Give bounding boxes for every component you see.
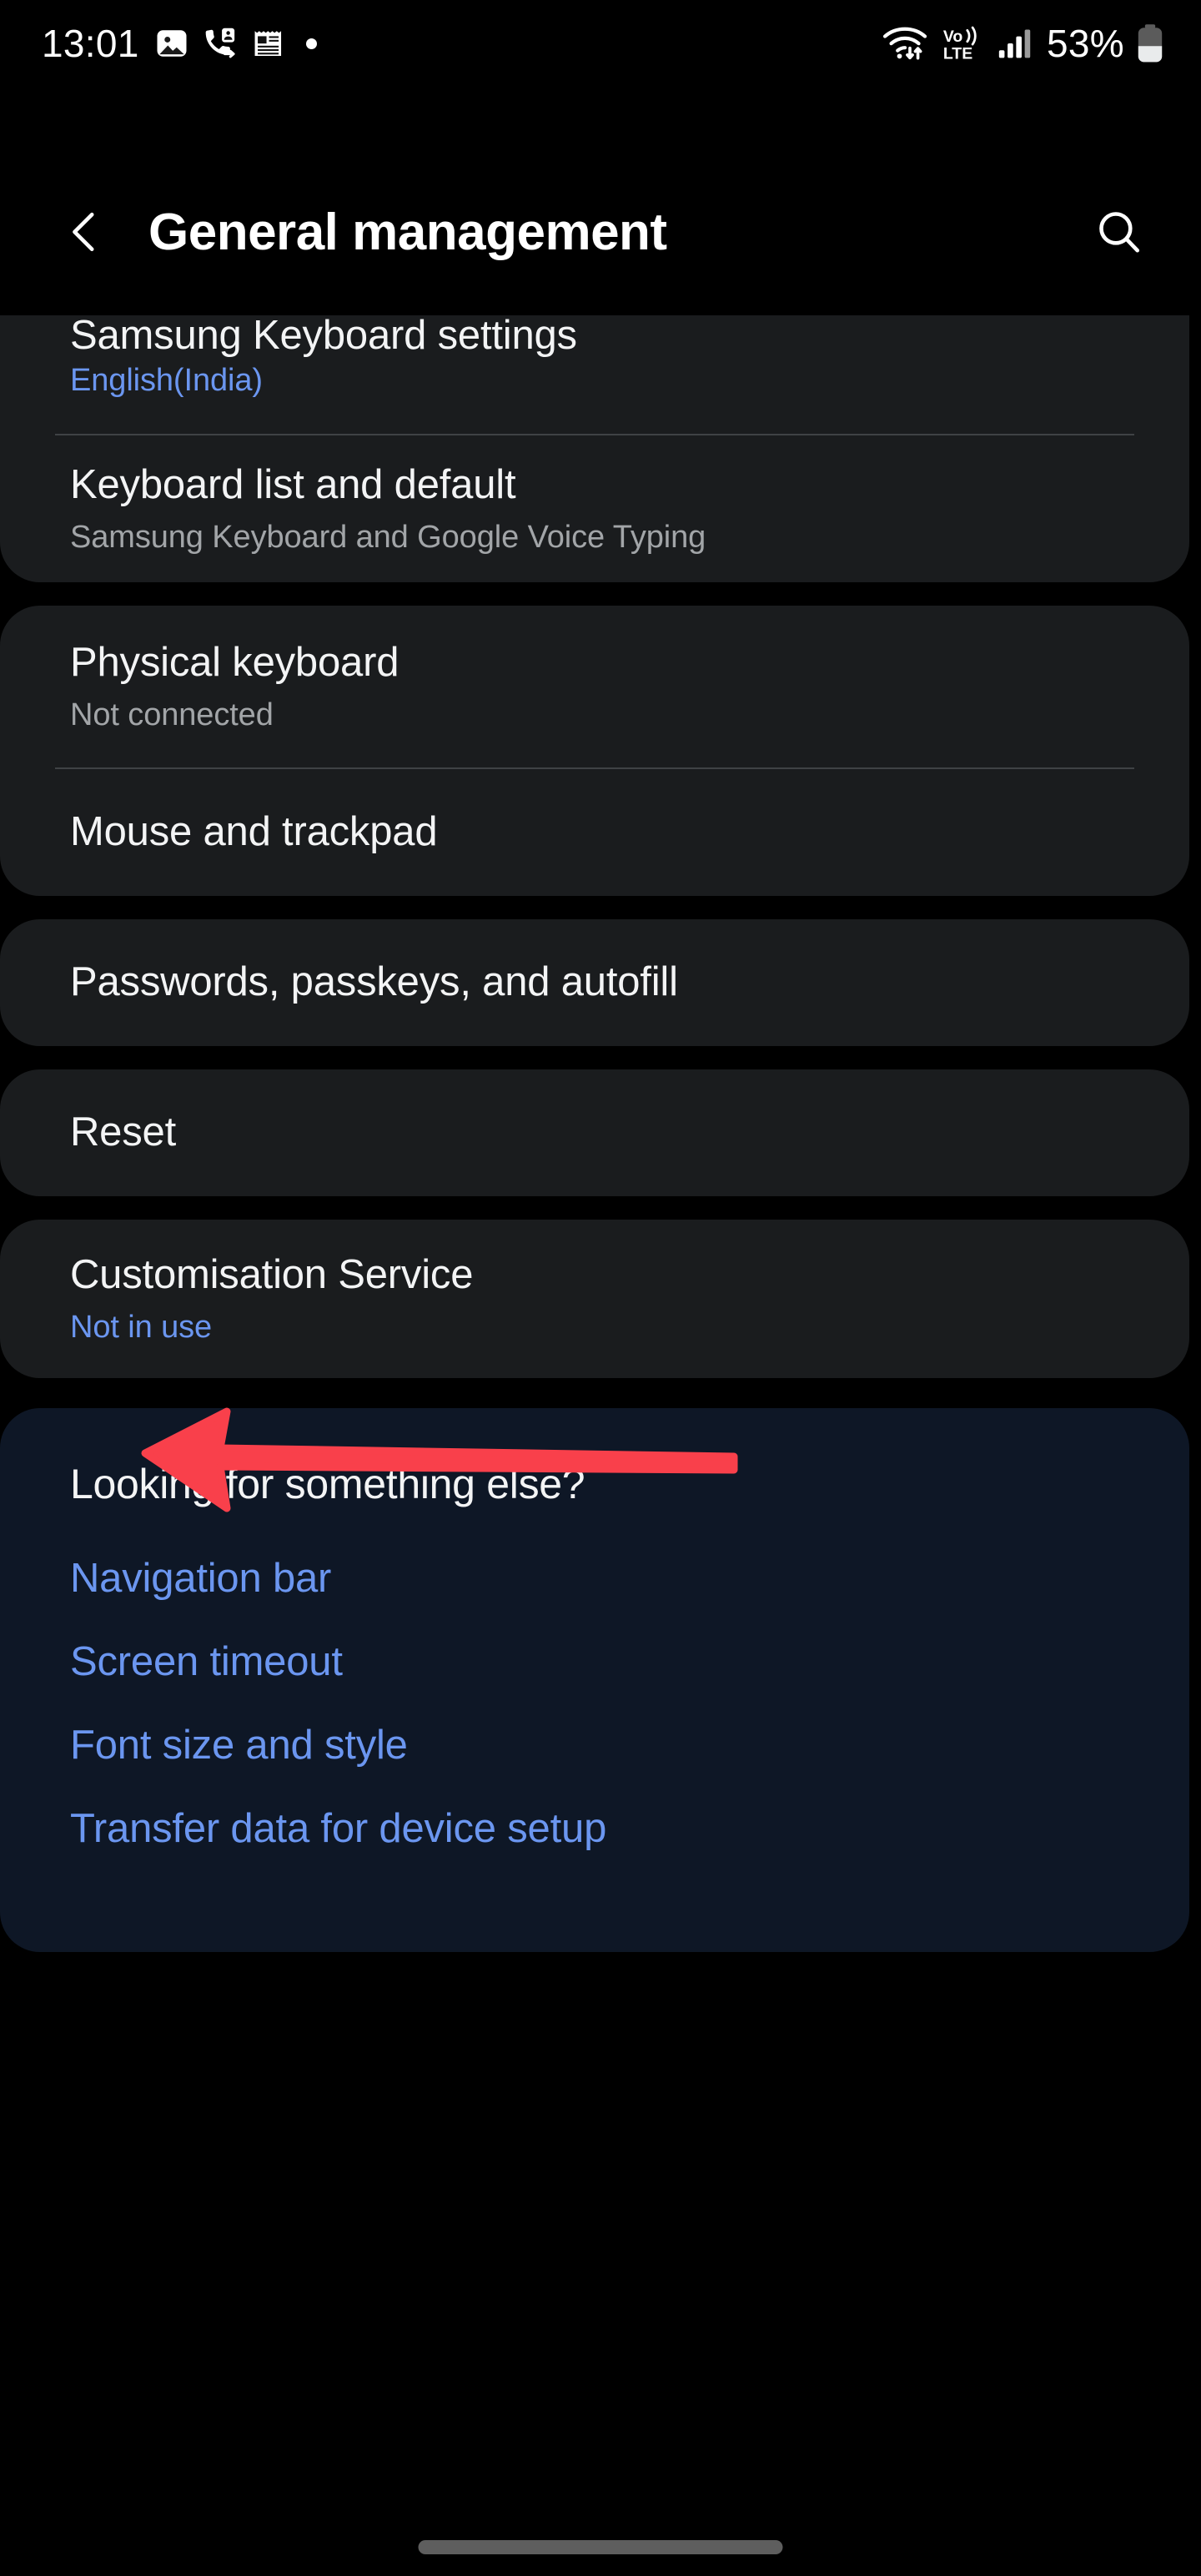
dot-indicator-icon <box>305 38 317 49</box>
list-item-title: Keyboard list and default <box>70 461 516 507</box>
chevron-left-icon <box>73 212 94 252</box>
settings-card-keyboard: Samsung Keyboard settings English(India)… <box>0 315 1189 582</box>
list-item-subtitle: English(India) <box>70 363 263 399</box>
list-item-physical-keyboard[interactable]: Physical keyboard Not connected <box>0 606 1189 767</box>
list-item-title: Samsung Keyboard settings <box>70 315 577 359</box>
suggestion-link-navigation-bar[interactable]: Navigation bar <box>70 1555 1119 1602</box>
panel-title: Looking for something else? <box>70 1461 585 1507</box>
search-button[interactable] <box>1076 189 1163 275</box>
settings-card-passwords: Passwords, passkeys, and autofill <box>0 919 1189 1046</box>
suggestion-link-screen-timeout[interactable]: Screen timeout <box>70 1638 1119 1685</box>
settings-card-customisation-service: Customisation Service Not in use <box>0 1220 1189 1378</box>
list-item-passwords-passkeys-autofill[interactable]: Passwords, passkeys, and autofill <box>0 919 1189 1046</box>
settings-card-reset: Reset <box>0 1069 1189 1196</box>
list-item-reset[interactable]: Reset <box>0 1069 1189 1196</box>
list-item-subtitle: Not connected <box>70 697 274 732</box>
settings-card-input-devices: Physical keyboard Not connected Mouse an… <box>0 606 1189 896</box>
list-item-subtitle: Samsung Keyboard and Google Voice Typing <box>70 519 706 555</box>
page-title: General management <box>148 203 667 261</box>
status-bar-notification-icons <box>154 26 317 61</box>
list-item-keyboard-list-and-default[interactable]: Keyboard list and default Samsung Keyboa… <box>0 435 1189 582</box>
looking-for-something-else-panel: Looking for something else? Navigation b… <box>0 1408 1189 1952</box>
status-bar-clock: 13:01 <box>42 22 139 65</box>
svg-text:LTE: LTE <box>943 45 972 63</box>
list-item-subtitle: Not in use <box>70 1309 213 1345</box>
list-item-mouse-and-trackpad[interactable]: Mouse and trackpad <box>0 769 1189 896</box>
gesture-handle[interactable] <box>418 2540 783 2554</box>
list-item-samsung-keyboard-settings[interactable]: Samsung Keyboard settings English(India) <box>0 315 1189 434</box>
settings-scroll-area[interactable]: Samsung Keyboard settings English(India)… <box>0 297 1201 2458</box>
call-forward-icon <box>205 28 235 58</box>
status-bar-right: Vo LTE 53% <box>882 21 1164 66</box>
list-item-title: Physical keyboard <box>70 639 399 685</box>
suggestion-link-font-size-and-style[interactable]: Font size and style <box>70 1722 1119 1768</box>
status-bar: 13:01 Vo LTE 53% <box>0 0 1201 87</box>
battery-percent-label: 53% <box>1047 22 1124 65</box>
signal-icon <box>998 29 1031 58</box>
list-item-customisation-service[interactable]: Customisation Service Not in use <box>0 1220 1189 1378</box>
phone-screen: 13:01 Vo LTE 53% General management Sams… <box>0 0 1201 2576</box>
search-icon <box>1099 212 1140 253</box>
status-bar-left: 13:01 <box>42 21 317 66</box>
app-header: General management <box>0 167 1201 297</box>
svg-text:Vo: Vo <box>943 28 963 46</box>
wifi-icon <box>883 27 927 60</box>
suggestion-link-transfer-data-for-device-setup[interactable]: Transfer data for device setup <box>70 1805 1119 1852</box>
volte-icon: Vo LTE <box>943 26 977 63</box>
list-item-title: Passwords, passkeys, and autofill <box>70 959 678 1005</box>
list-item-title: Customisation Service <box>70 1251 474 1297</box>
image-icon <box>157 30 187 57</box>
back-button[interactable] <box>40 187 130 277</box>
battery-icon <box>1138 24 1163 63</box>
list-item-title: Reset <box>70 1109 177 1155</box>
notepad-icon <box>254 31 281 57</box>
list-item-title: Mouse and trackpad <box>70 809 438 855</box>
